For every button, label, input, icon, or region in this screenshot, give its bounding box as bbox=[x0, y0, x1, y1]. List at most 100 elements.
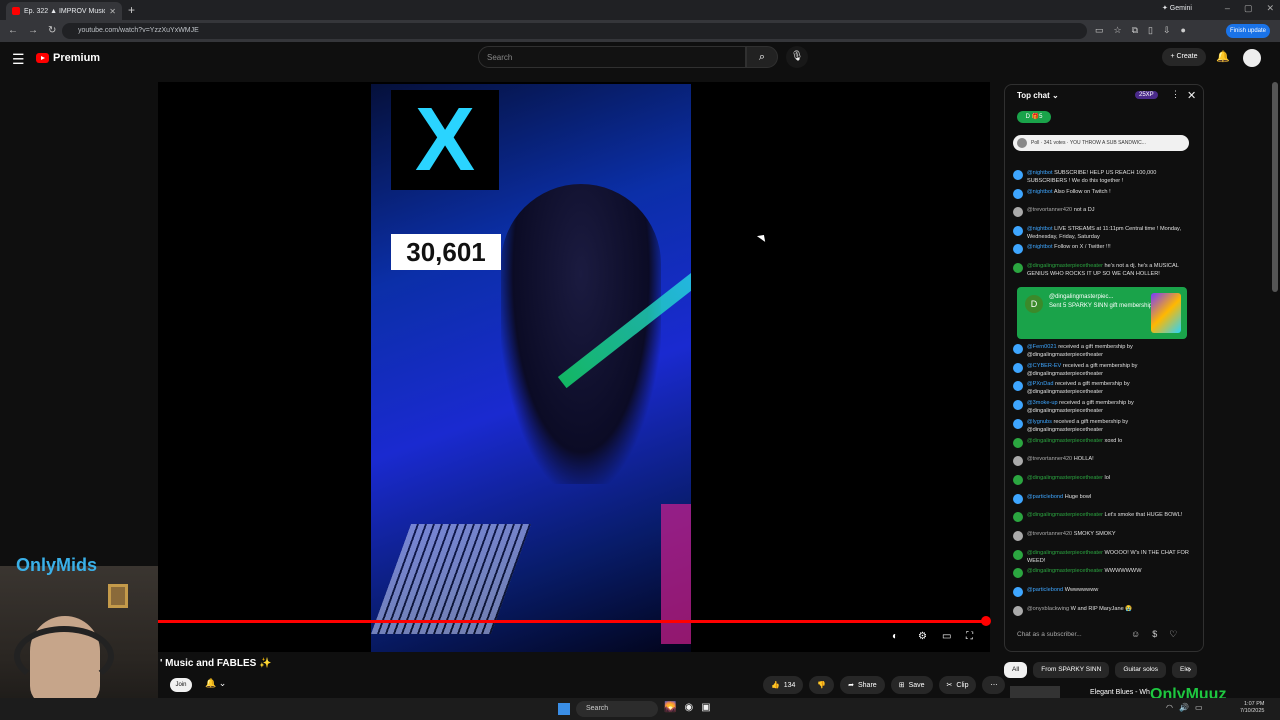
finish-update-button[interactable]: Finish update bbox=[1226, 24, 1270, 38]
chat-avatar[interactable] bbox=[1013, 418, 1023, 429]
chat-username[interactable]: @lygnubs bbox=[1027, 419, 1052, 425]
chat-avatar[interactable] bbox=[1013, 188, 1023, 199]
chat-avatar[interactable] bbox=[1013, 512, 1023, 523]
fullscreen-icon[interactable]: ⛶ bbox=[966, 631, 973, 642]
join-button[interactable]: Join bbox=[170, 678, 192, 692]
chat-username[interactable]: @nightbot bbox=[1027, 244, 1053, 250]
progress-scrubber[interactable] bbox=[980, 616, 991, 626]
taskbar-search[interactable]: Search bbox=[576, 701, 658, 717]
chat-avatar[interactable] bbox=[1013, 381, 1023, 392]
wifi-icon[interactable]: ◠ bbox=[1166, 703, 1173, 712]
bookmark-star-icon[interactable]: ☆ bbox=[1114, 25, 1122, 36]
battery-icon[interactable]: ▭ bbox=[1195, 703, 1203, 712]
sidepanel-icon[interactable]: ▯ bbox=[1148, 25, 1153, 36]
chat-username[interactable]: @CYBER-EV bbox=[1027, 363, 1061, 369]
chat-username[interactable]: @dingalingmasterpiecetheater bbox=[1027, 512, 1103, 518]
create-button[interactable]: + Create bbox=[1162, 48, 1206, 66]
chat-username[interactable]: @dingalingmasterpiecetheater bbox=[1027, 475, 1103, 481]
chat-avatar[interactable] bbox=[1013, 474, 1023, 485]
close-window-icon[interactable]: ✕ bbox=[1266, 3, 1274, 14]
chat-username[interactable]: @PXnDad bbox=[1027, 381, 1054, 387]
chat-avatar[interactable] bbox=[1013, 170, 1023, 180]
chat-username[interactable]: @dingalingmasterpiecetheater bbox=[1027, 263, 1103, 269]
chat-avatar[interactable] bbox=[1013, 437, 1023, 448]
filter-chip[interactable]: Guitar solos bbox=[1115, 662, 1166, 678]
reload-icon[interactable]: ↻ bbox=[48, 25, 56, 36]
taskbar-app-icon[interactable]: 🌄 bbox=[664, 702, 676, 713]
chat-avatar[interactable] bbox=[1013, 207, 1023, 217]
chrome-icon[interactable]: ◉ bbox=[684, 702, 693, 713]
extensions-icon[interactable]: ⧉ bbox=[1132, 25, 1138, 36]
chips-next-icon[interactable]: › bbox=[1188, 664, 1191, 675]
chat-avatar[interactable] bbox=[1013, 262, 1023, 273]
membership-icon[interactable]: $ bbox=[1152, 629, 1157, 640]
chat-input[interactable]: Chat as a subscriber... bbox=[1017, 631, 1082, 638]
search-icon[interactable]: ⌕ bbox=[746, 46, 778, 68]
autoplay-toggle-icon[interactable]: ◐ bbox=[892, 631, 898, 642]
chat-avatar[interactable] bbox=[1013, 493, 1023, 504]
filter-chip[interactable]: All bbox=[1004, 662, 1028, 678]
filter-chip[interactable]: From SPARKY SINN bbox=[1033, 662, 1110, 678]
save-button[interactable]: ⊞ Save bbox=[890, 676, 933, 694]
profile-icon[interactable]: ● bbox=[1181, 25, 1186, 36]
clip-button[interactable]: ✂ Clip bbox=[938, 676, 977, 694]
address-bar[interactable]: youtube.com/watch?v=YzzXuYxWMJE bbox=[62, 23, 1087, 39]
pinned-poll[interactable]: Poll · 341 votes · YOU THROW A SUB SANDW… bbox=[1013, 135, 1189, 151]
gemini-button[interactable]: ✦ Gemini bbox=[1162, 4, 1192, 12]
heart-icon[interactable]: ♡ bbox=[1169, 629, 1177, 640]
search-input[interactable]: Search bbox=[478, 46, 746, 68]
filter-chip[interactable]: Ele bbox=[1172, 662, 1198, 678]
like-button[interactable]: 👍 134 bbox=[763, 676, 804, 694]
dislike-button[interactable]: 👎 bbox=[809, 676, 835, 694]
notifications-bell-icon[interactable]: 🔔 bbox=[1216, 50, 1230, 63]
mic-icon[interactable]: 🎙 bbox=[786, 46, 808, 68]
chat-avatar[interactable] bbox=[1013, 587, 1023, 598]
downloads-icon[interactable]: ⇩ bbox=[1163, 25, 1171, 36]
tab-close-icon[interactable]: ✕ bbox=[109, 7, 116, 16]
minimize-icon[interactable]: – bbox=[1225, 3, 1230, 14]
subscribe-bell-icon[interactable]: 🔔 ⌄ bbox=[205, 678, 226, 689]
progress-bar[interactable] bbox=[158, 616, 991, 626]
chat-avatar[interactable] bbox=[1013, 362, 1023, 373]
chat-avatar[interactable] bbox=[1013, 568, 1023, 579]
chat-mode-dropdown[interactable]: Top chat ⌄ bbox=[1017, 91, 1059, 100]
cast-icon[interactable]: ▭ bbox=[1095, 25, 1104, 36]
emoji-icon[interactable]: ☺ bbox=[1131, 629, 1140, 640]
chat-username[interactable]: @dingalingmasterpiecetheater bbox=[1027, 438, 1103, 444]
back-icon[interactable]: ← bbox=[8, 25, 18, 36]
chat-username[interactable]: @nightbot bbox=[1027, 189, 1053, 195]
chat-username[interactable]: @particlebond bbox=[1027, 587, 1063, 593]
chat-username[interactable]: @dingalingmasterpiecetheater bbox=[1027, 550, 1103, 556]
more-actions-button[interactable]: ⋯ bbox=[982, 676, 1006, 694]
chat-menu-icon[interactable]: ⋮ bbox=[1171, 89, 1180, 100]
gift-donor-pill[interactable]: D 🎁5 bbox=[1017, 111, 1051, 123]
chat-username[interactable]: @dingalingmasterpiecetheater bbox=[1027, 568, 1103, 574]
chat-avatar[interactable] bbox=[1013, 225, 1023, 236]
menu-icon[interactable]: ☰ bbox=[12, 51, 25, 68]
chat-avatar[interactable] bbox=[1013, 531, 1023, 541]
video-frame[interactable]: X 30,601 bbox=[371, 84, 691, 652]
account-avatar[interactable] bbox=[1243, 49, 1261, 67]
chat-avatar[interactable] bbox=[1013, 244, 1023, 254]
settings-gear-icon[interactable]: ⚙ bbox=[918, 631, 927, 642]
share-button[interactable]: ➦ Share bbox=[840, 676, 885, 694]
chat-avatar[interactable] bbox=[1013, 400, 1023, 411]
chat-avatar[interactable] bbox=[1013, 605, 1023, 616]
forward-icon[interactable]: → bbox=[28, 25, 38, 36]
maximize-icon[interactable]: ▢ bbox=[1244, 3, 1253, 14]
windows-start-icon[interactable] bbox=[558, 703, 570, 715]
chat-username[interactable]: @trevortanner420 bbox=[1027, 456, 1072, 462]
chat-username[interactable]: @nightbot bbox=[1027, 226, 1053, 232]
chat-username[interactable]: @particlebond bbox=[1027, 494, 1063, 500]
chat-username[interactable]: @trevortanner420 bbox=[1027, 207, 1072, 213]
chat-avatar[interactable] bbox=[1013, 549, 1023, 560]
miniplayer-icon[interactable]: ▭ bbox=[942, 631, 951, 642]
new-tab-button[interactable]: + bbox=[128, 3, 135, 17]
chat-username[interactable]: @trevortanner420 bbox=[1027, 531, 1072, 537]
video-player[interactable]: X 30,601 bbox=[158, 82, 990, 652]
page-scrollbar[interactable] bbox=[1272, 82, 1278, 292]
app-icon[interactable]: ▣ bbox=[701, 702, 710, 713]
chat-close-icon[interactable]: ✕ bbox=[1187, 89, 1196, 102]
chat-username[interactable]: @3moke-up bbox=[1027, 400, 1058, 406]
volume-icon[interactable]: 🔊 bbox=[1179, 703, 1189, 712]
